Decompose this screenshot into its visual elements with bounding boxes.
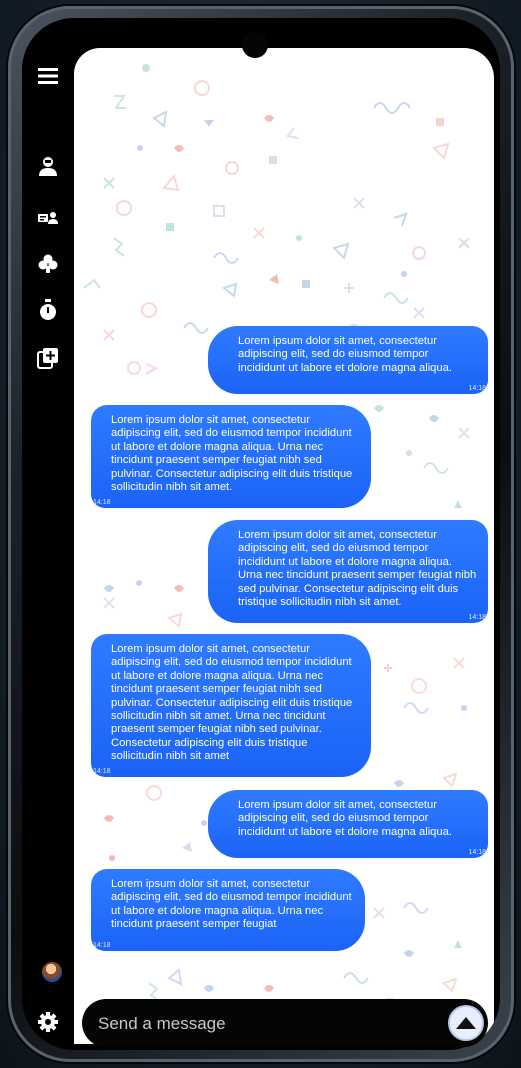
send-arrow-icon <box>456 1017 476 1029</box>
menu-icon[interactable] <box>34 62 62 90</box>
message-bubble-outgoing[interactable]: Lorem ipsum dolor sit amet, consectetur … <box>208 326 488 394</box>
message-time: 14:18 <box>468 614 486 621</box>
message-bubble-outgoing[interactable]: Lorem ipsum dolor sit amet, consectetur … <box>208 790 488 858</box>
gear-icon[interactable] <box>34 1008 62 1036</box>
message-bubble-outgoing[interactable]: Lorem ipsum dolor sit amet, consectetur … <box>208 520 488 623</box>
front-camera <box>242 32 268 58</box>
message-time: 14:18 <box>468 849 486 856</box>
message-input[interactable] <box>96 1009 430 1039</box>
add-copy-icon[interactable] <box>34 344 62 372</box>
sidebar <box>22 18 74 1050</box>
user-shield-icon[interactable] <box>34 152 62 180</box>
message-bubble-incoming[interactable]: Lorem ipsum dolor sit amet, consectetur … <box>91 634 371 777</box>
message-text: Lorem ipsum dolor sit amet, consectetur … <box>238 335 452 374</box>
message-time: 14:18 <box>93 942 111 949</box>
message-text: Lorem ipsum dolor sit amet, consectetur … <box>238 529 477 609</box>
stopwatch-icon[interactable] <box>34 296 62 324</box>
avatar[interactable] <box>42 962 62 982</box>
message-text: Lorem ipsum dolor sit amet, consectetur … <box>111 414 353 494</box>
message-time: 14:18 <box>93 768 111 775</box>
puzzle-icon[interactable] <box>34 250 62 278</box>
message-text: Lorem ipsum dolor sit amet, consectetur … <box>238 799 452 838</box>
message-composer <box>82 999 488 1047</box>
message-time: 14:18 <box>93 499 111 506</box>
message-time: 14:18 <box>468 385 486 392</box>
message-bubble-incoming[interactable]: Lorem ipsum dolor sit amet, consectetur … <box>91 405 371 508</box>
send-button[interactable] <box>448 1005 484 1041</box>
message-bubble-incoming[interactable]: Lorem ipsum dolor sit amet, consectetur … <box>91 869 365 951</box>
contacts-card-icon[interactable] <box>34 204 62 232</box>
message-text: Lorem ipsum dolor sit amet, consectetur … <box>111 643 353 763</box>
message-text: Lorem ipsum dolor sit amet, consectetur … <box>111 878 352 931</box>
